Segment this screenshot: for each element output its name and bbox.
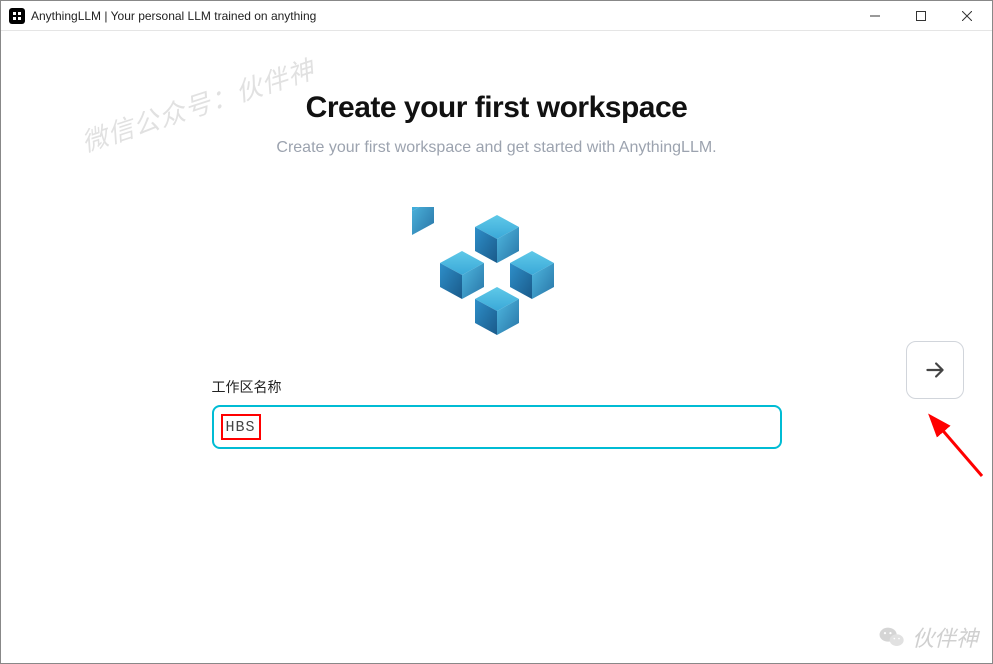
page-title: Create your first workspace (1, 91, 992, 125)
watermark-bottom-text: 伙伴神 (912, 621, 978, 653)
arrow-right-icon (922, 357, 948, 383)
window-title: AnythingLLM | Your personal LLM trained … (31, 9, 316, 23)
watermark-bottom: 伙伴神 (878, 621, 978, 653)
maximize-button[interactable] (898, 1, 944, 31)
close-button[interactable] (944, 1, 990, 31)
titlebar: AnythingLLM | Your personal LLM trained … (1, 1, 992, 31)
titlebar-left: AnythingLLM | Your personal LLM trained … (9, 8, 316, 24)
next-button[interactable] (906, 341, 964, 399)
workspace-name-label: 工作区名称 (212, 377, 782, 397)
workspace-name-input[interactable] (212, 405, 782, 449)
window-controls (852, 1, 990, 31)
arrow-annotation-icon (902, 406, 992, 486)
page-subtitle: Create your first workspace and get star… (1, 139, 992, 157)
wechat-icon (878, 623, 906, 651)
cubes-logo-icon (412, 197, 582, 367)
workspace-form: 工作区名称 (212, 377, 782, 449)
content-area: 微信公众号：伙伴神 Create your first workspace Cr… (1, 31, 992, 663)
minimize-button[interactable] (852, 1, 898, 31)
app-icon (9, 8, 25, 24)
